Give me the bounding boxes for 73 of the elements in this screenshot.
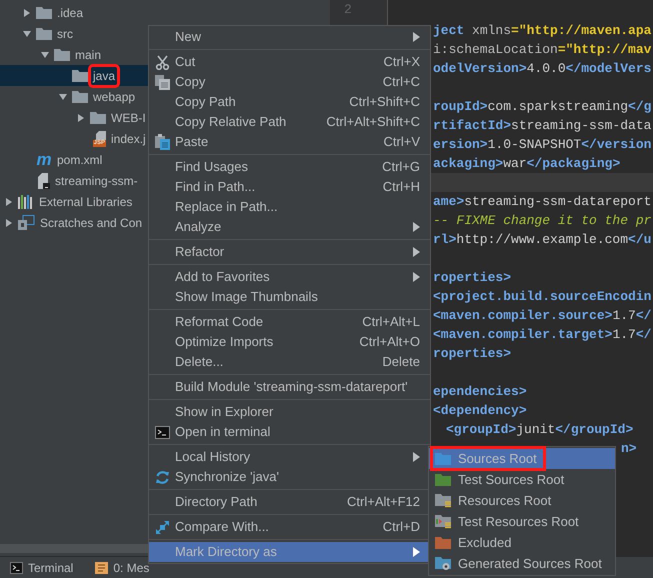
tree-label: webapp <box>92 88 136 106</box>
code-line: roperties> <box>433 345 512 363</box>
code-line: <project.build.sourceEncodin <box>433 288 652 306</box>
code-line: n> <box>621 440 637 458</box>
code-line: i:schemaLocation="http://mav <box>433 41 652 59</box>
shortcut-label: Ctrl+Alt+L <box>362 313 420 332</box>
menu-label: Test Resources Root <box>458 512 579 531</box>
menu-label: Directory Path <box>175 493 258 512</box>
code-line: ependencies> <box>433 383 527 401</box>
tree-label: Scratches and Con <box>39 214 144 232</box>
code-line: rtifactId>streaming-ssm-data <box>433 117 652 135</box>
tree-label: src <box>56 26 74 42</box>
menu-label: Cut <box>175 53 196 72</box>
code-line: odelVersion>4.0.0</modelVers <box>433 60 652 78</box>
tree-label: WEB-I <box>110 110 147 126</box>
code-line: -- FIXME change it to the pr <box>433 212 652 230</box>
menu-label: Open in terminal <box>175 423 270 442</box>
tree-label: index.j <box>110 130 147 148</box>
code-line: <groupId>junit</groupId> <box>446 421 634 439</box>
code-line: <dependency> <box>433 402 527 420</box>
shortcut-label: Ctrl+H <box>382 178 420 196</box>
code-line: ject xmlns="http://maven.apa <box>433 22 652 40</box>
code-line: rl>http://www.example.com</u <box>433 231 652 249</box>
shortcut-label: Ctrl+C <box>382 73 420 92</box>
menu-label: Add to Favorites <box>175 268 270 286</box>
menu-label: Optimize Imports <box>175 333 274 352</box>
menu-label: Resources Root <box>458 492 552 510</box>
menu-label: Generated Sources Root <box>458 554 602 573</box>
maven-icon: m <box>36 152 52 168</box>
menu-label: Refactor <box>175 243 224 262</box>
shortcut-label: Delete <box>382 353 420 372</box>
menu-label: Find Usages <box>175 158 248 176</box>
menu-label: Copy Path <box>175 93 236 112</box>
menu-label: Test Sources Root <box>458 470 564 489</box>
tree-label: main <box>74 46 102 64</box>
code-line: ame>streaming-ssm-datareport <box>433 193 652 211</box>
menu-label: Paste <box>175 133 208 152</box>
tree-label: pom.xml <box>56 152 104 168</box>
menu-label: Show in Explorer <box>175 403 274 422</box>
shortcut-label: Ctrl+G <box>382 158 420 176</box>
menu-label: Replace in Path... <box>175 198 278 216</box>
menu-label: Local History <box>175 448 250 466</box>
tree-label: External Libraries <box>38 194 134 210</box>
menu-label: Delete... <box>175 353 224 372</box>
tree-label: java <box>91 66 118 84</box>
menu-label: Compare With... <box>175 518 269 536</box>
shortcut-label: Ctrl+Shift+C <box>349 93 420 112</box>
code-line: roperties> <box>433 269 512 287</box>
menu-label: Excluded <box>458 534 512 552</box>
menu-label: Mark Directory as <box>175 543 277 562</box>
menu-label: Build Module 'streaming-ssm-datareport' <box>175 378 408 396</box>
menu-label: Analyze <box>175 218 222 236</box>
shortcut-label: Ctrl+D <box>382 518 420 536</box>
code-line: <maven.compiler.source>1.7</ <box>433 307 652 325</box>
menu-label: Find in Path... <box>175 178 256 196</box>
code-line: roupId>com.sparkstreaming</g <box>433 98 652 116</box>
menu-label: Reformat Code <box>175 313 264 332</box>
shortcut-label: Ctrl+V <box>384 133 420 152</box>
shortcut-label: Ctrl+Alt+F12 <box>347 493 420 512</box>
code-line: ersion>1.0-SNAPSHOT</version <box>433 136 652 154</box>
tree-label: streaming-ssm- <box>54 172 139 190</box>
menu-label: New <box>175 28 202 46</box>
code-line: ackaging>war</packaging> <box>433 155 620 173</box>
menu-label: Copy <box>175 73 206 92</box>
shortcut-label: Ctrl+Alt+O <box>359 333 420 352</box>
tree-label: .idea <box>56 4 84 22</box>
shortcut-label: Ctrl+X <box>384 53 420 72</box>
menu-label: Sources Root <box>458 450 537 468</box>
menu-label: Synchronize 'java' <box>175 468 279 486</box>
menu-label: Copy Relative Path <box>175 113 286 132</box>
shortcut-label: Ctrl+Alt+Shift+C <box>326 113 420 132</box>
code-line: <maven.compiler.target>1.7</ <box>433 326 652 344</box>
menu-label: Show Image Thumbnails <box>175 288 318 306</box>
